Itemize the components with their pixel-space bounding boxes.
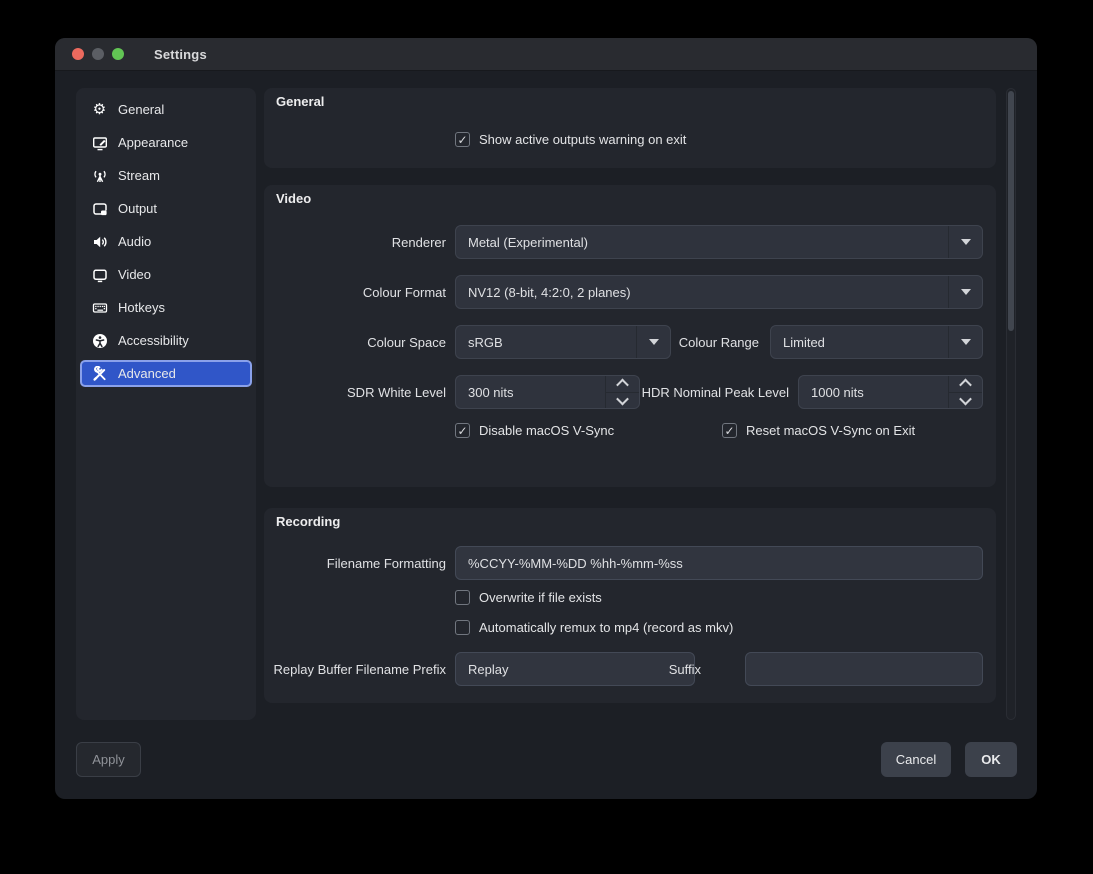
sidebar-item-accessibility[interactable]: Accessibility	[80, 327, 252, 354]
sdr-white-level-value: 300 nits	[456, 376, 605, 408]
reset-macos-vsync-checkbox[interactable]: ✓ Reset macOS V-Sync on Exit	[722, 423, 915, 438]
accessibility-icon	[91, 332, 108, 349]
sidebar-item-label: General	[118, 102, 164, 117]
sidebar-item-output[interactable]: Output	[80, 195, 252, 222]
sidebar-item-video[interactable]: Video	[80, 261, 252, 288]
appearance-icon	[91, 134, 108, 151]
section-title-video: Video	[276, 191, 311, 206]
renderer-value: Metal (Experimental)	[456, 226, 948, 258]
section-title-general: General	[276, 94, 324, 109]
show-active-outputs-warning-checkbox[interactable]: ✓ Show active outputs warning on exit	[455, 132, 686, 147]
chevron-down-icon[interactable]	[948, 276, 982, 308]
checkbox-label: Disable macOS V-Sync	[479, 423, 614, 438]
hdr-nominal-peak-level-value: 1000 nits	[799, 376, 948, 408]
output-icon	[91, 200, 108, 217]
suffix-input[interactable]	[745, 652, 983, 686]
hdr-nominal-peak-level-spinner[interactable]: 1000 nits	[798, 375, 983, 409]
checkbox-label: Automatically remux to mp4 (record as mk…	[479, 620, 733, 635]
tools-icon	[91, 365, 108, 382]
filename-formatting-input[interactable]	[455, 546, 983, 580]
sidebar-item-label: Appearance	[118, 135, 188, 150]
zoom-button[interactable]	[112, 48, 124, 60]
sidebar-item-label: Hotkeys	[118, 300, 165, 315]
suffix-label: Suffix	[624, 652, 701, 686]
title-bar: Settings	[55, 38, 1037, 71]
scrollbar-thumb[interactable]	[1008, 91, 1014, 331]
speaker-icon	[91, 233, 108, 250]
automatically-remux-checkbox[interactable]: ✓ Automatically remux to mp4 (record as …	[455, 620, 733, 635]
gear-icon: ⚙	[91, 101, 108, 118]
checkbox-icon[interactable]: ✓	[455, 423, 470, 438]
colour-format-label: Colour Format	[264, 275, 446, 309]
window-title: Settings	[154, 47, 207, 62]
sidebar-item-hotkeys[interactable]: Hotkeys	[80, 294, 252, 321]
antenna-icon	[91, 167, 108, 184]
chevron-down-icon[interactable]	[948, 226, 982, 258]
monitor-icon	[91, 266, 108, 283]
overwrite-if-file-exists-checkbox[interactable]: ✓ Overwrite if file exists	[455, 590, 602, 605]
sdr-white-level-label: SDR White Level	[264, 375, 446, 409]
colour-range-label: Colour Range	[604, 325, 759, 359]
renderer-label: Renderer	[264, 225, 446, 259]
checkbox-label: Reset macOS V-Sync on Exit	[746, 423, 915, 438]
sidebar-item-audio[interactable]: Audio	[80, 228, 252, 255]
minimize-button[interactable]	[92, 48, 104, 60]
sidebar-item-general[interactable]: ⚙ General	[80, 96, 252, 123]
checkbox-label: Show active outputs warning on exit	[479, 132, 686, 147]
checkbox-icon[interactable]: ✓	[455, 590, 470, 605]
recording-section: Recording Filename Formatting ✓ Overwrit…	[264, 508, 996, 703]
sidebar-item-stream[interactable]: Stream	[80, 162, 252, 189]
sidebar-item-label: Output	[118, 201, 157, 216]
cancel-button[interactable]: Cancel	[881, 742, 951, 777]
disable-macos-vsync-checkbox[interactable]: ✓ Disable macOS V-Sync	[455, 423, 614, 438]
sidebar-item-label: Audio	[118, 234, 151, 249]
filename-formatting-label: Filename Formatting	[264, 546, 446, 580]
colour-space-label: Colour Space	[264, 325, 446, 359]
colour-range-dropdown[interactable]: Limited	[770, 325, 983, 359]
colour-format-value: NV12 (8-bit, 4:2:0, 2 planes)	[456, 276, 948, 308]
general-section: General ✓ Show active outputs warning on…	[264, 88, 996, 168]
renderer-dropdown[interactable]: Metal (Experimental)	[455, 225, 983, 259]
video-section: Video Renderer Metal (Experimental) Colo…	[264, 185, 996, 487]
close-button[interactable]	[72, 48, 84, 60]
apply-button[interactable]: Apply	[76, 742, 141, 777]
sidebar-item-label: Accessibility	[118, 333, 189, 348]
spin-down-icon[interactable]	[949, 392, 982, 409]
sidebar-item-label: Stream	[118, 168, 160, 183]
checkbox-icon[interactable]: ✓	[722, 423, 737, 438]
checkbox-icon[interactable]: ✓	[455, 620, 470, 635]
colour-format-dropdown[interactable]: NV12 (8-bit, 4:2:0, 2 planes)	[455, 275, 983, 309]
keyboard-icon	[91, 299, 108, 316]
scrollbar-track[interactable]	[1006, 88, 1016, 720]
replay-buffer-filename-prefix-label: Replay Buffer Filename Prefix	[264, 652, 446, 686]
colour-range-value: Limited	[771, 326, 948, 358]
settings-window: Settings ⚙ General Appearance	[55, 38, 1037, 799]
hdr-nominal-peak-level-label: HDR Nominal Peak Level	[604, 375, 789, 409]
chevron-down-icon[interactable]	[948, 326, 982, 358]
settings-sidebar: ⚙ General Appearance Stream	[76, 88, 256, 720]
section-title-recording: Recording	[276, 514, 340, 529]
spin-up-icon[interactable]	[949, 376, 982, 392]
sidebar-item-advanced[interactable]: Advanced	[80, 360, 252, 387]
ok-button[interactable]: OK	[965, 742, 1017, 777]
checkbox-label: Overwrite if file exists	[479, 590, 602, 605]
sidebar-item-label: Advanced	[118, 366, 176, 381]
sidebar-item-appearance[interactable]: Appearance	[80, 129, 252, 156]
sidebar-item-label: Video	[118, 267, 151, 282]
checkbox-icon[interactable]: ✓	[455, 132, 470, 147]
